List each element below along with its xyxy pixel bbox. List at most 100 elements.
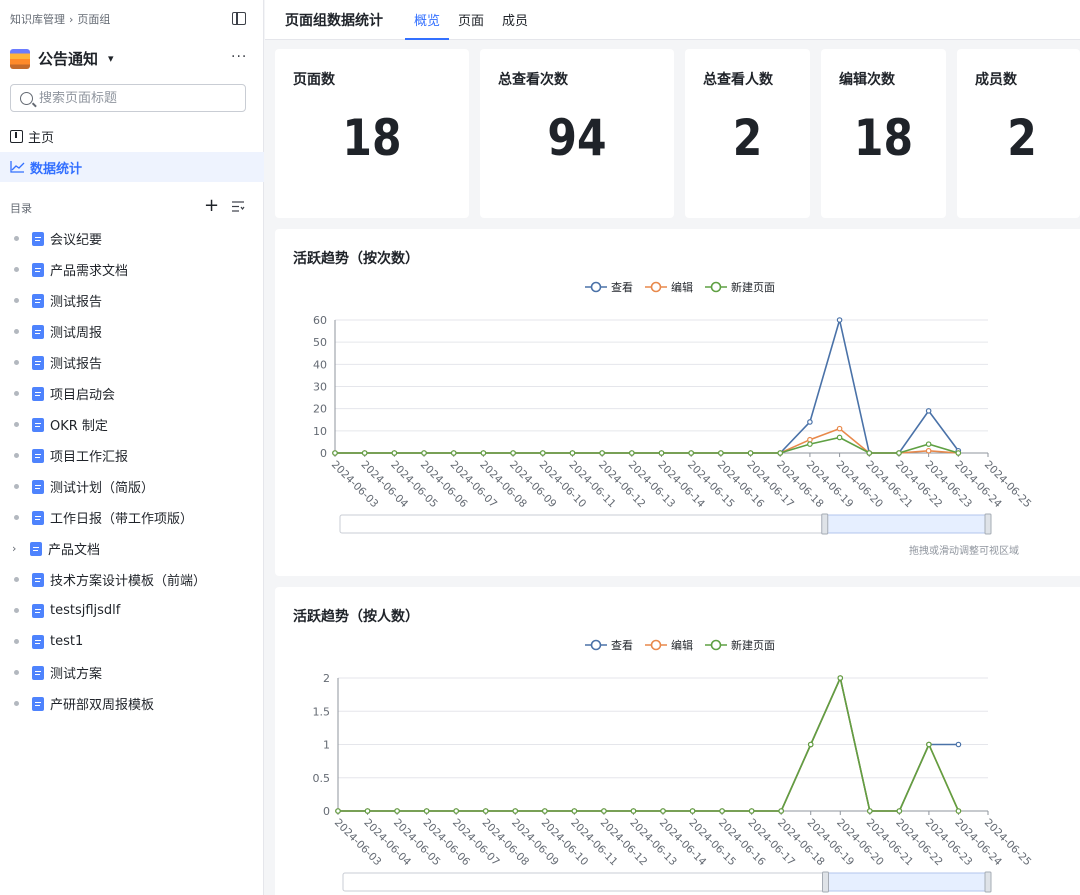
data-point[interactable] — [807, 436, 813, 443]
bullet-icon — [14, 298, 19, 303]
zoom-slider-selection[interactable] — [825, 872, 989, 892]
data-point[interactable] — [836, 317, 843, 323]
data-point[interactable] — [896, 808, 903, 814]
doc-tree-item[interactable]: › 产品文档 — [0, 533, 264, 564]
data-point[interactable] — [542, 808, 548, 814]
data-point[interactable] — [364, 808, 371, 814]
data-point[interactable] — [512, 808, 519, 814]
document-icon — [32, 510, 44, 525]
tab-overview[interactable]: 概览 — [405, 10, 450, 40]
nav-item-stats[interactable]: 数据统计 — [0, 152, 264, 182]
data-point[interactable] — [569, 450, 576, 456]
doc-tree-item-label: 产品需求文档 — [50, 264, 129, 279]
data-point[interactable] — [925, 441, 932, 447]
sort-icon[interactable] — [232, 201, 245, 212]
doc-tree-item-label: testsjfljsdlf — [50, 603, 121, 618]
data-point[interactable] — [777, 450, 784, 456]
search-box[interactable] — [10, 84, 246, 112]
doc-tree-item[interactable]: 产品需求文档 — [0, 254, 264, 285]
data-point[interactable] — [955, 808, 962, 814]
stat-label: 总查看人数 — [703, 72, 773, 88]
doc-tree-item[interactable]: 项目启动会 — [0, 378, 264, 409]
breadcrumb-current: 页面组 — [77, 13, 111, 26]
data-point[interactable] — [599, 450, 605, 456]
data-point[interactable] — [748, 808, 755, 814]
y-tick-label: 30 — [313, 381, 327, 394]
zoom-slider-handle[interactable] — [984, 871, 992, 893]
doc-tree-item[interactable]: testsjfljsdlf — [0, 595, 264, 626]
document-icon — [32, 262, 44, 277]
doc-tree-item[interactable]: 技术方案设计模板（前端） — [0, 564, 264, 595]
zoom-slider-handle[interactable] — [984, 513, 992, 535]
data-point[interactable] — [896, 450, 902, 456]
data-point[interactable] — [718, 450, 724, 456]
data-point[interactable] — [480, 450, 487, 456]
data-point[interactable] — [925, 408, 932, 414]
chevron-right-icon[interactable]: › — [12, 542, 21, 555]
line-chart-icon — [10, 161, 25, 173]
zoom-slider-handle[interactable] — [821, 513, 829, 535]
tab-pages[interactable]: 页面 — [458, 10, 484, 40]
data-point[interactable] — [866, 450, 873, 456]
doc-tree-item-label: 技术方案设计模板（前端） — [50, 574, 207, 589]
y-tick-label: 1.5 — [313, 705, 331, 718]
sidebar-collapse-icon[interactable] — [232, 12, 246, 25]
data-point[interactable] — [689, 808, 696, 814]
data-point[interactable] — [926, 741, 932, 748]
data-point[interactable] — [394, 808, 400, 814]
doc-tree-item[interactable]: test1 — [0, 626, 264, 657]
data-point[interactable] — [571, 808, 578, 814]
data-point[interactable] — [423, 808, 430, 814]
data-point[interactable] — [629, 450, 635, 456]
data-point[interactable] — [450, 450, 457, 456]
data-point[interactable] — [867, 808, 873, 814]
data-point[interactable] — [421, 450, 427, 456]
data-point[interactable] — [747, 450, 754, 456]
data-point[interactable] — [335, 808, 341, 814]
data-point[interactable] — [807, 741, 814, 748]
data-point[interactable] — [658, 450, 665, 456]
doc-tree-item[interactable]: 测试方案 — [0, 657, 264, 688]
doc-tree-item[interactable]: 测试周报 — [0, 316, 264, 347]
zoom-slider-selection[interactable] — [824, 514, 989, 534]
doc-tree-item[interactable]: 工作日报（带工作项版） — [0, 502, 264, 533]
data-point[interactable] — [361, 450, 368, 456]
doc-tree-item[interactable]: 测试报告 — [0, 285, 264, 316]
breadcrumb-separator: › — [69, 12, 74, 26]
breadcrumb-root[interactable]: 知识库管理 — [10, 11, 65, 27]
data-point[interactable] — [391, 450, 398, 456]
doc-tree-item[interactable]: 测试计划（简版） — [0, 471, 264, 502]
data-point[interactable] — [837, 675, 844, 681]
bullet-icon — [14, 453, 19, 458]
data-point[interactable] — [482, 808, 489, 814]
data-point[interactable] — [955, 741, 962, 748]
data-point[interactable] — [836, 425, 843, 432]
data-point[interactable] — [539, 450, 546, 456]
add-icon[interactable]: + — [204, 195, 219, 216]
data-point[interactable] — [688, 450, 694, 456]
nav-item-home[interactable]: 主页 — [0, 121, 264, 151]
doc-tree-item[interactable]: 测试报告 — [0, 347, 264, 378]
data-point[interactable] — [778, 808, 784, 814]
space-switcher[interactable]: 公告通知 ▾ — [10, 48, 114, 69]
data-point[interactable] — [807, 441, 813, 447]
data-point[interactable] — [836, 434, 843, 441]
doc-tree-item[interactable]: 项目工作汇报 — [0, 440, 264, 471]
tab-members[interactable]: 成员 — [502, 10, 528, 40]
doc-tree-item[interactable]: 会议纪要 — [0, 223, 264, 254]
data-point[interactable] — [925, 447, 932, 454]
data-point[interactable] — [719, 808, 725, 814]
data-point[interactable] — [660, 808, 666, 814]
data-point[interactable] — [453, 808, 459, 814]
data-point[interactable] — [510, 450, 516, 456]
data-point[interactable] — [332, 450, 338, 456]
data-point[interactable] — [807, 419, 813, 425]
zoom-slider-handle[interactable] — [822, 871, 829, 893]
more-icon[interactable]: ··· — [231, 49, 247, 65]
doc-tree-item[interactable]: OKR 制定 — [0, 409, 264, 440]
data-point[interactable] — [955, 450, 962, 456]
data-point[interactable] — [630, 808, 637, 814]
search-input[interactable] — [39, 90, 229, 106]
data-point[interactable] — [601, 808, 607, 814]
doc-tree-item[interactable]: 产研部双周报模板 — [0, 688, 264, 719]
